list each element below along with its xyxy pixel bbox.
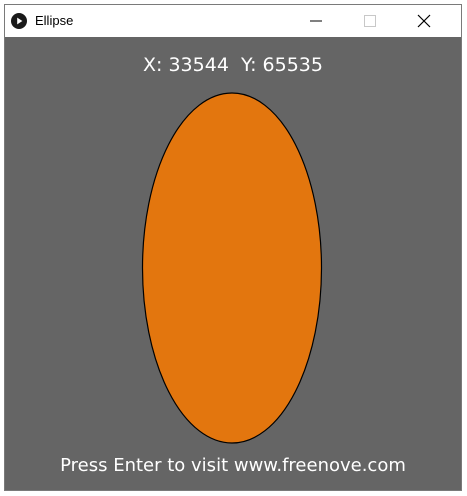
coordinate-readout: X: 33544 Y: 65535 bbox=[5, 53, 461, 77]
window-title: Ellipse bbox=[35, 13, 74, 28]
maximize-icon bbox=[364, 15, 376, 27]
x-value: 33544 bbox=[168, 54, 229, 76]
app-window: Ellipse X: 33544 Y: 65535 Press Enter to… bbox=[4, 4, 462, 491]
processing-play-icon bbox=[11, 13, 27, 29]
close-button[interactable] bbox=[401, 5, 447, 37]
minimize-icon bbox=[310, 20, 322, 22]
ellipse-layer bbox=[141, 92, 323, 444]
close-icon bbox=[417, 14, 431, 28]
x-label: X: bbox=[143, 54, 163, 76]
ellipse-shape bbox=[141, 92, 323, 444]
y-label: Y: bbox=[241, 54, 257, 76]
y-value: 65535 bbox=[262, 54, 323, 76]
sketch-canvas[interactable]: X: 33544 Y: 65535 Press Enter to visit w… bbox=[5, 37, 461, 490]
minimize-button[interactable] bbox=[293, 5, 339, 37]
maximize-button bbox=[347, 5, 393, 37]
title-bar[interactable]: Ellipse bbox=[5, 5, 461, 37]
footer-instruction: Press Enter to visit www.freenove.com bbox=[60, 455, 406, 476]
